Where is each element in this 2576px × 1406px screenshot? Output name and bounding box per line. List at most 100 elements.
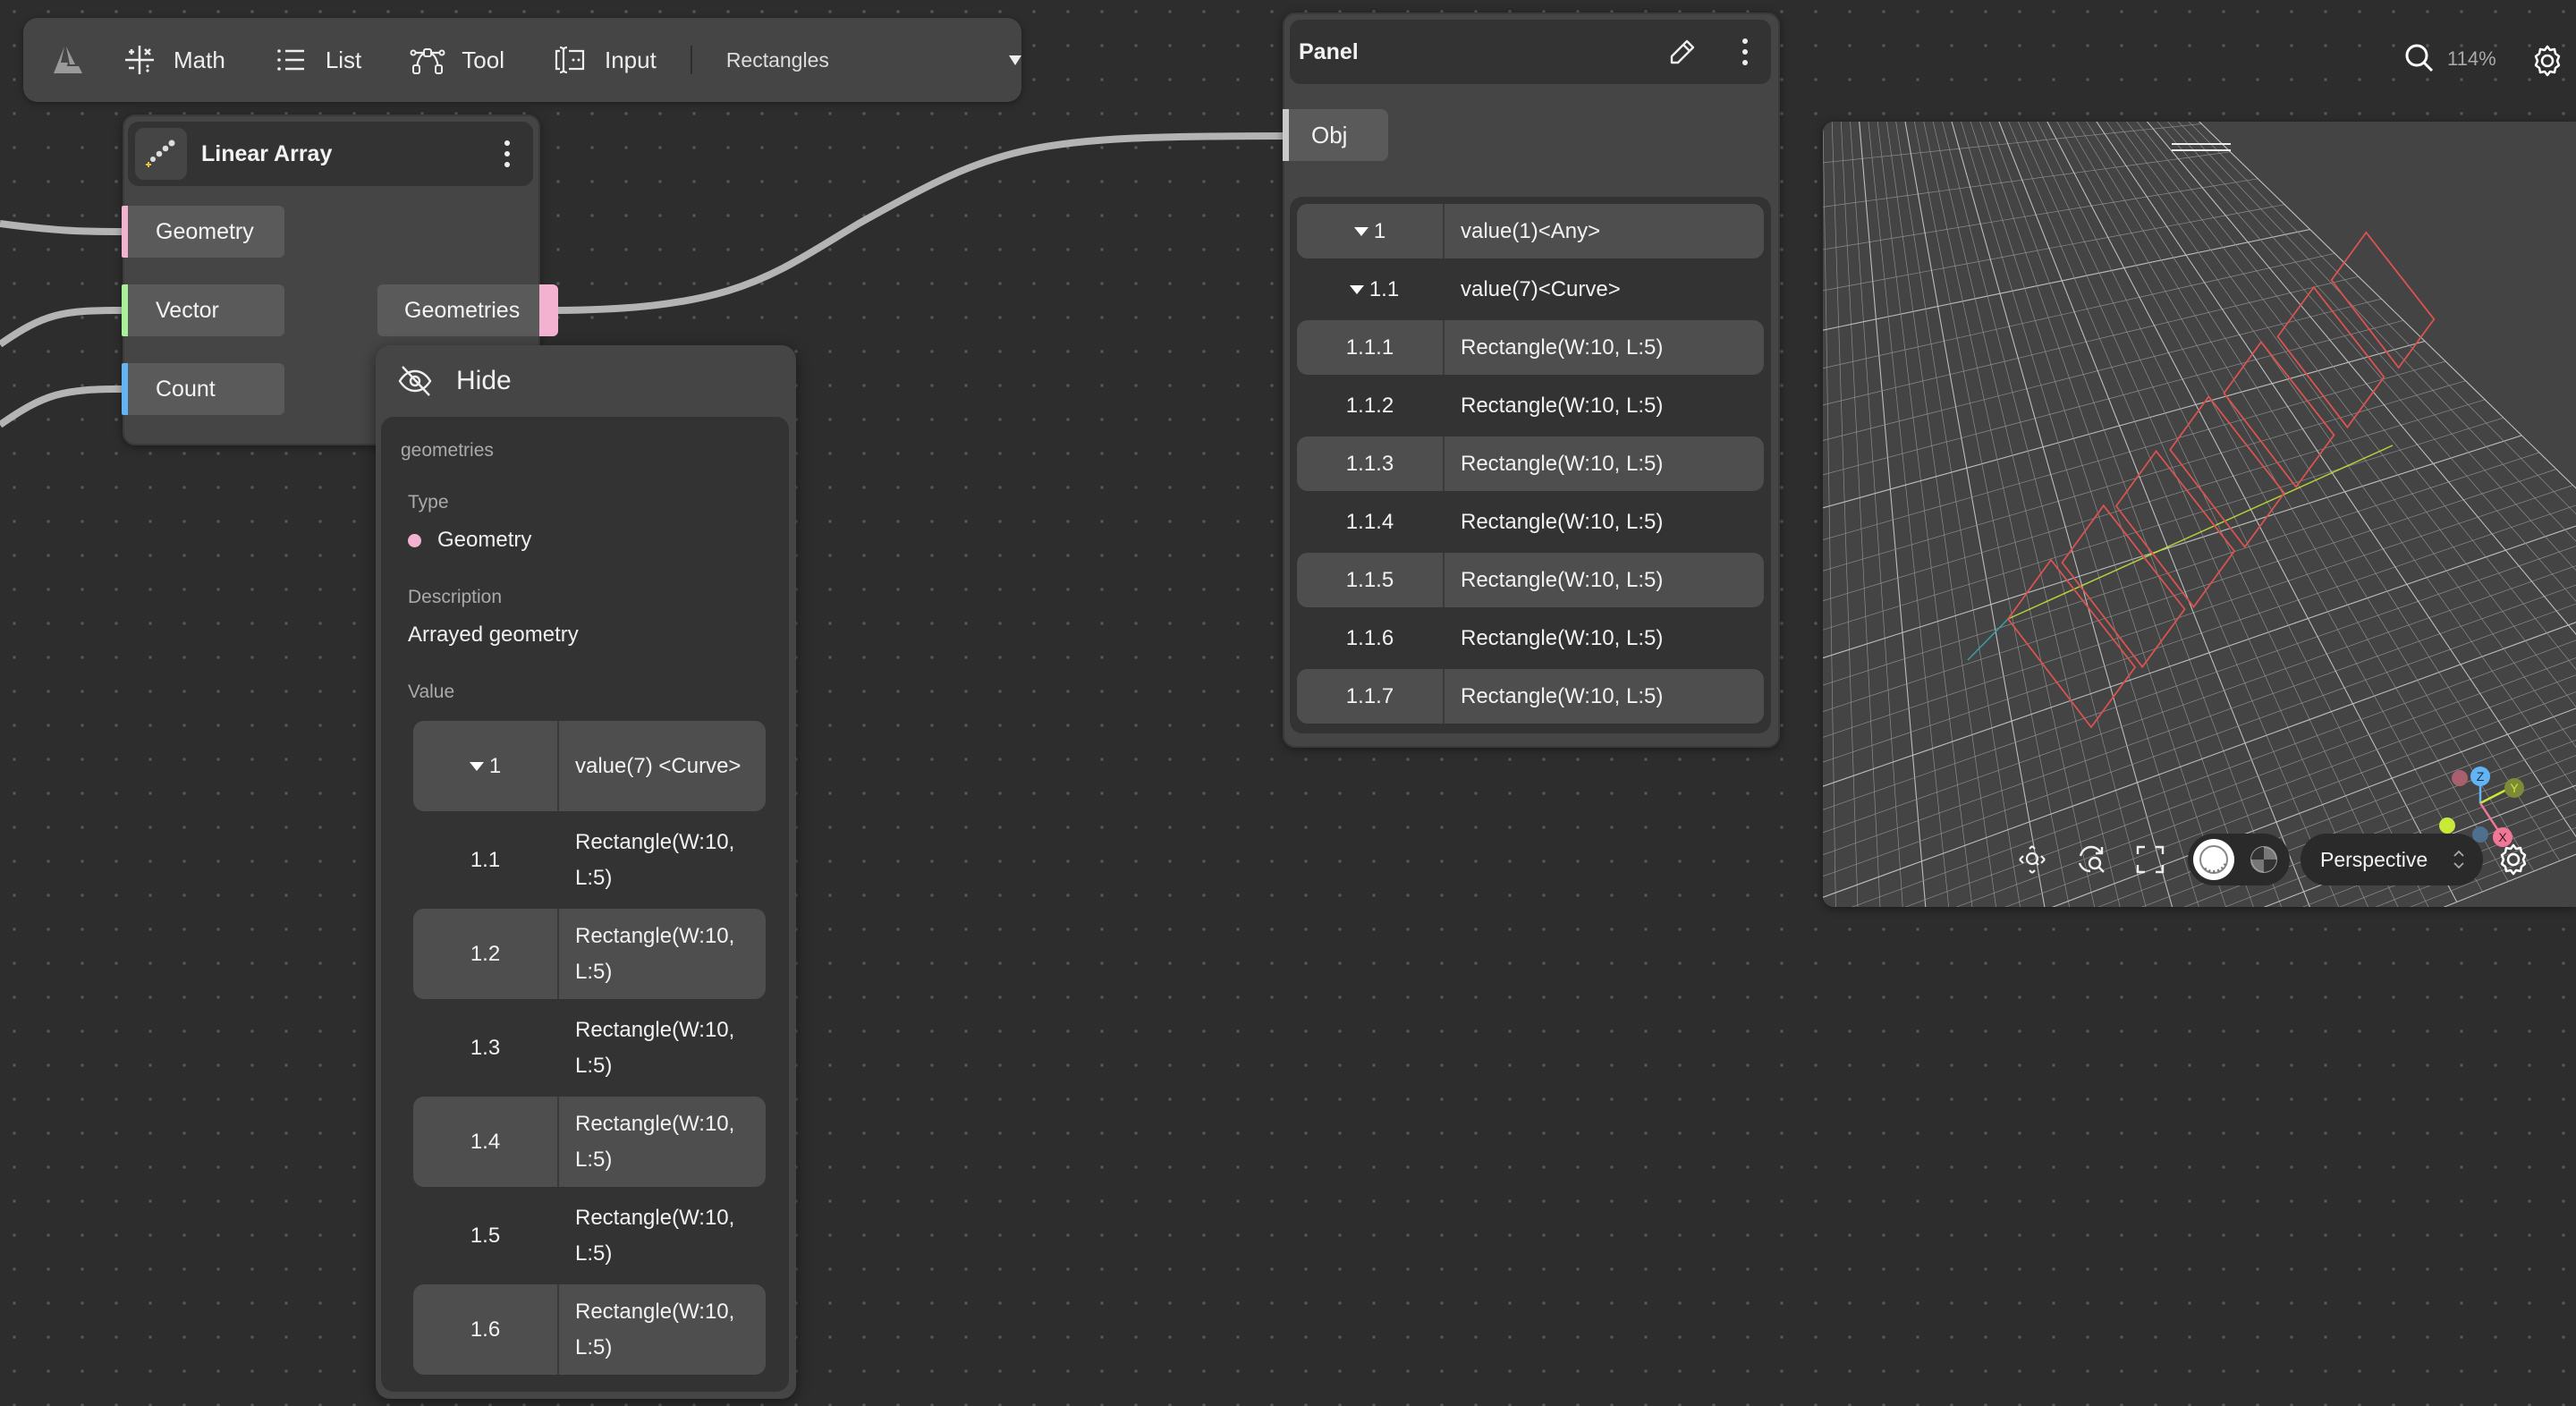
toolbar-input-button[interactable]: Input bbox=[553, 42, 657, 78]
panel-row[interactable]: 1.1 value(7)<Curve> bbox=[1297, 262, 1764, 317]
value-text: Rectangle(W:10, L:5) bbox=[575, 1299, 735, 1359]
wire-geometries-to-obj bbox=[547, 132, 1289, 314]
port-color-swatch bbox=[539, 284, 558, 336]
panel-row[interactable]: 1 value(1)<Any> bbox=[1297, 204, 1764, 258]
grid-line bbox=[2017, 122, 2368, 907]
panel-row[interactable]: 1.1.1 Rectangle(W:10, L:5) bbox=[1297, 320, 1764, 375]
panel-row[interactable]: 1.1.3 Rectangle(W:10, L:5) bbox=[1297, 436, 1764, 491]
port-inspector-popup: Hide geometries Type Geometry Descriptio… bbox=[376, 345, 796, 1399]
value-row[interactable]: 1.6 Rectangle(W:10, L:5) bbox=[413, 1284, 766, 1375]
grid-line bbox=[1823, 151, 2231, 208]
linear-array-icon bbox=[135, 128, 187, 180]
drag-handle-icon[interactable] bbox=[2172, 143, 2231, 154]
gear-icon[interactable] bbox=[2496, 842, 2531, 877]
rectangle-geometry[interactable] bbox=[2276, 285, 2385, 429]
camera-mode-select[interactable]: Perspective bbox=[2301, 834, 2483, 885]
value-tree: 1 value(7) <Curve> 1.1 Rectangle(W:10, L:5… bbox=[413, 721, 766, 1378]
toolbar-list-button[interactable]: List bbox=[274, 42, 361, 78]
panel-row-key: 1.1.7 bbox=[1297, 669, 1445, 724]
grid-line bbox=[1823, 504, 2576, 763]
port-color-swatch bbox=[1283, 109, 1289, 161]
rectangle-geometry[interactable] bbox=[2006, 558, 2137, 729]
input-port-geometry[interactable]: Geometry bbox=[122, 206, 284, 258]
panel-row[interactable]: 1.1.4 Rectangle(W:10, L:5) bbox=[1297, 495, 1764, 549]
type-label: Type bbox=[408, 492, 449, 512]
gizmo-neg-y-dot bbox=[2439, 817, 2455, 834]
panel-row-value: Rectangle(W:10, L:5) bbox=[1461, 567, 1664, 592]
grid-line bbox=[1998, 122, 2311, 907]
panel-value-tree: 1 value(1)<Any> 1.1 value(7)<Curve> 1.1.1 R… bbox=[1290, 197, 1771, 733]
value-row[interactable]: 1 value(7) <Curve> bbox=[413, 721, 766, 811]
value-row[interactable]: 1.3 Rectangle(W:10, L:5) bbox=[413, 1003, 766, 1093]
value-row[interactable]: 1.1 Rectangle(W:10, L:5) bbox=[413, 815, 766, 905]
panel-row[interactable]: 1.1.5 Rectangle(W:10, L:5) bbox=[1297, 553, 1764, 607]
port-color-swatch bbox=[122, 206, 128, 258]
preset-select[interactable]: Rectangles bbox=[726, 48, 1021, 72]
shaded-sphere-icon[interactable] bbox=[2193, 839, 2234, 880]
gizmo-y-label: Y bbox=[2510, 781, 2519, 795]
expand-triangle-icon[interactable] bbox=[1349, 284, 1364, 294]
zoom-extents-icon[interactable] bbox=[2014, 842, 2050, 877]
zoom-refresh-icon[interactable] bbox=[2073, 842, 2109, 877]
grid-line bbox=[1923, 122, 2096, 907]
value-row[interactable]: 1.4 Rectangle(W:10, L:5) bbox=[413, 1097, 766, 1187]
expand-triangle-icon[interactable] bbox=[1353, 226, 1368, 236]
panel-title: Panel bbox=[1299, 38, 1359, 64]
camera-mode-value: Perspective bbox=[2320, 847, 2428, 871]
panel-row-key: 1.1.2 bbox=[1345, 393, 1394, 418]
shading-mode-toggle[interactable] bbox=[2188, 834, 2290, 885]
toolbar-divider bbox=[690, 46, 692, 74]
viewport-scene[interactable]: Z Y X bbox=[1823, 122, 2576, 907]
value-key: 1.3 bbox=[470, 1035, 501, 1060]
app-logo-icon[interactable] bbox=[50, 42, 86, 78]
grid-line bbox=[1823, 485, 2573, 738]
pencil-icon[interactable] bbox=[1667, 37, 1698, 67]
xray-sphere-icon[interactable] bbox=[2243, 839, 2284, 880]
description-label: Description bbox=[408, 587, 503, 607]
value-key: 1.2 bbox=[413, 909, 559, 999]
grid-line bbox=[1823, 360, 2446, 541]
node-title: Linear Array bbox=[201, 140, 333, 166]
expand-triangle-icon[interactable] bbox=[469, 761, 484, 771]
rectangle-geometry[interactable] bbox=[2114, 449, 2236, 609]
math-operators-icon bbox=[125, 46, 154, 74]
panel-row-key: 1.1.5 bbox=[1297, 553, 1445, 607]
panel-header[interactable]: Panel bbox=[1290, 20, 1771, 84]
grid-line bbox=[1823, 525, 2576, 787]
grid-line bbox=[1961, 122, 2199, 907]
panel-row[interactable]: 1.1.7 Rectangle(W:10, L:5) bbox=[1297, 669, 1764, 724]
rectangle-geometry[interactable] bbox=[2061, 504, 2186, 669]
input-port-vector[interactable]: Vector bbox=[122, 284, 284, 336]
zoom-control[interactable]: 114% bbox=[2402, 41, 2496, 77]
viewport-controls: Perspective bbox=[2014, 834, 2531, 885]
value-row[interactable]: 1.2 Rectangle(W:10, L:5) bbox=[413, 909, 766, 999]
kebab-menu-icon[interactable] bbox=[494, 136, 521, 172]
hide-button[interactable]: Hide bbox=[376, 345, 796, 417]
toolbar-math-button[interactable]: Math bbox=[122, 42, 225, 78]
toolbar-tool-button[interactable]: Tool bbox=[410, 42, 504, 78]
grid-line bbox=[1823, 417, 2504, 631]
output-port-geometries[interactable]: Geometries bbox=[377, 284, 558, 336]
3d-viewport[interactable]: Z Y X Perspective bbox=[1823, 122, 2576, 907]
panel-row-value: value(7)<Curve> bbox=[1461, 276, 1621, 301]
fullscreen-icon[interactable] bbox=[2132, 842, 2168, 877]
x-axis-line bbox=[1967, 618, 2009, 661]
panel-node[interactable]: Panel Obj 1 value(1)<Any> 1.1 value(7)<Cur… bbox=[1283, 13, 1780, 748]
toolbar-input-label: Input bbox=[604, 46, 657, 73]
node-header[interactable]: Linear Array bbox=[128, 122, 533, 186]
panel-row-key: 1.1.4 bbox=[1345, 509, 1394, 534]
gear-icon[interactable] bbox=[2529, 43, 2565, 79]
kebab-menu-icon[interactable] bbox=[1732, 34, 1758, 70]
panel-row[interactable]: 1.1.6 Rectangle(W:10, L:5) bbox=[1297, 611, 1764, 665]
value-key: 1 bbox=[413, 721, 559, 811]
panel-row[interactable]: 1.1.2 Rectangle(W:10, L:5) bbox=[1297, 378, 1764, 433]
value-text: Rectangle(W:10, L:5) bbox=[575, 923, 735, 984]
value-key: 1.6 bbox=[413, 1284, 559, 1375]
value-label: Value bbox=[408, 682, 455, 702]
rectangle-geometry[interactable] bbox=[2169, 395, 2285, 548]
value-row[interactable]: 1.5 Rectangle(W:10, L:5) bbox=[413, 1190, 766, 1281]
input-port-obj[interactable]: Obj bbox=[1283, 109, 1388, 161]
input-port-count[interactable]: Count bbox=[122, 363, 284, 415]
value-key: 1.5 bbox=[470, 1223, 501, 1248]
type-color-dot bbox=[408, 534, 421, 548]
